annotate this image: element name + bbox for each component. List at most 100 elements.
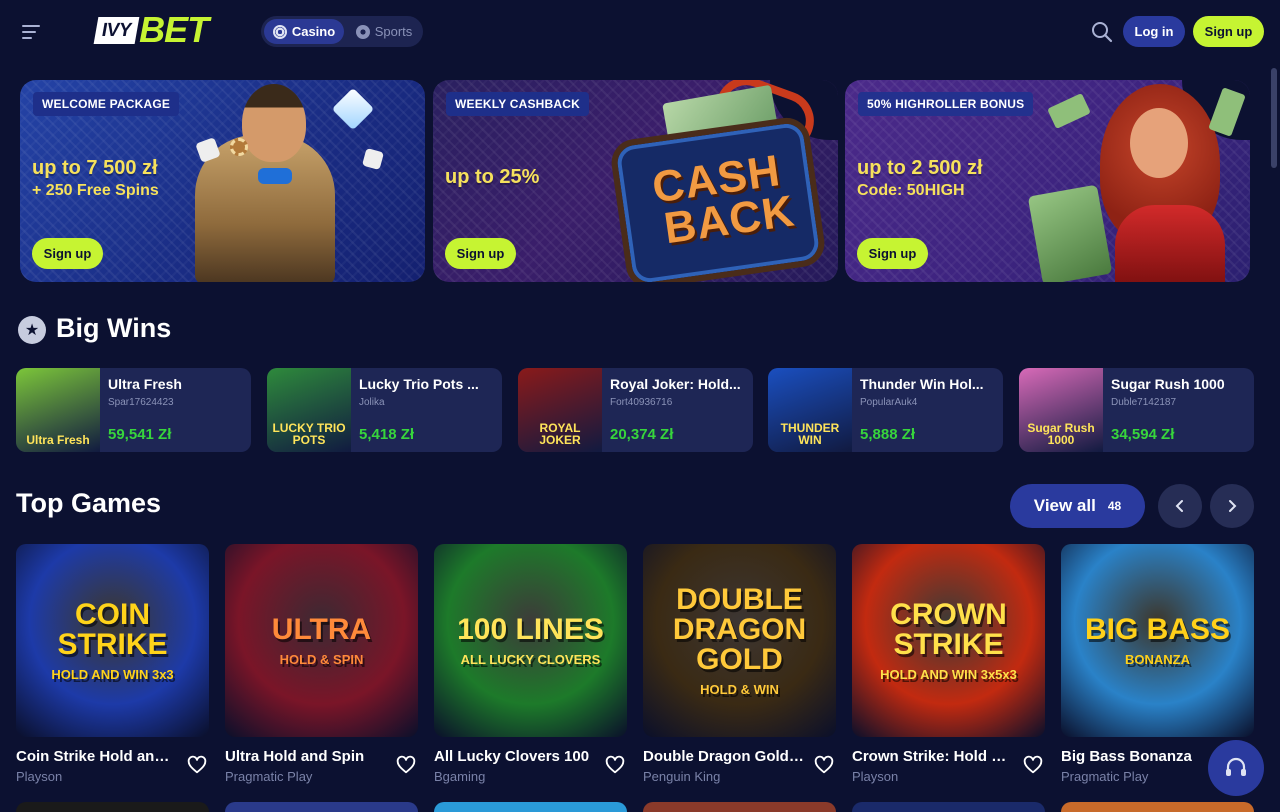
- game-card-peek: [16, 802, 209, 812]
- game-thumbnail-title: COIN STRIKE: [57, 598, 168, 661]
- game-thumbnail-subtitle: HOLD AND WIN 3x3: [51, 667, 174, 682]
- top-header: IVY BET Casino Sports Log in Sign up: [0, 0, 1280, 64]
- banner-tag: WELCOME PACKAGE: [33, 92, 180, 116]
- game-thumbnail-title: 100 LINES: [457, 613, 604, 646]
- banner-signup-button[interactable]: Sign up: [857, 238, 928, 269]
- game-thumbnail[interactable]: ULTRA HOLD & SPIN: [225, 544, 418, 737]
- big-win-amount: 34,594 Zł: [1111, 426, 1175, 443]
- game-provider: Pragmatic Play: [225, 769, 313, 784]
- banner-signup-button[interactable]: Sign up: [32, 238, 103, 269]
- logo-ivy-text: IVY: [93, 16, 140, 44]
- game-thumbnail[interactable]: 100 LINES ALL LUCKY CLOVERS: [434, 544, 627, 737]
- game-thumbnail[interactable]: CROWN STRIKE HOLD AND WIN 3x5x3: [852, 544, 1045, 737]
- game-provider: Bgaming: [434, 769, 486, 784]
- game-card[interactable]: BIG BASS BONANZA Big Bass Bonanza Pragma…: [1061, 544, 1254, 784]
- banner-weekly-cashback[interactable]: CASH BACK WEEKLY CASHBACK up to 25% Sign…: [433, 80, 838, 282]
- game-card[interactable]: CROWN STRIKE HOLD AND WIN 3x5x3 Crown St…: [852, 544, 1045, 784]
- game-thumbnail[interactable]: DOUBLE DRAGON GOLD HOLD & WIN: [643, 544, 836, 737]
- game-thumbnail[interactable]: BIG BASS BONANZA: [1061, 544, 1254, 737]
- signup-button[interactable]: Sign up: [1193, 16, 1264, 47]
- ivybet-logo[interactable]: IVY BET: [93, 9, 209, 50]
- game-provider: Playson: [16, 769, 63, 784]
- heart-icon[interactable]: [1022, 754, 1044, 776]
- menu-icon[interactable]: [18, 20, 46, 44]
- game-name[interactable]: Big Bass Bonanza: [1061, 748, 1223, 765]
- carousel-next-button[interactable]: [1210, 484, 1254, 528]
- gentleman-head-illustration: [242, 84, 306, 162]
- top-games-title: Top Games: [16, 488, 162, 518]
- woman-dress-illustration: [1115, 205, 1225, 282]
- tab-casino-label: Casino: [291, 24, 336, 39]
- chevron-right-icon: [1229, 500, 1237, 512]
- games-count-badge: 48: [1107, 499, 1122, 513]
- game-card-peek: [852, 802, 1045, 812]
- big-win-amount: 59,541 Zł: [108, 426, 172, 443]
- carousel-prev-button[interactable]: [1158, 484, 1202, 528]
- big-win-username: Fort40936716: [610, 397, 673, 408]
- tab-sports-label: Sports: [374, 24, 413, 39]
- game-thumbnail-title: ULTRA: [271, 613, 372, 646]
- game-card-peek: [225, 802, 418, 812]
- big-win-username: Jolika: [359, 397, 385, 408]
- game-card-peek: [434, 802, 627, 812]
- game-name[interactable]: Ultra Hold and Spin: [225, 748, 387, 765]
- game-card[interactable]: 100 LINES ALL LUCKY CLOVERS All Lucky Cl…: [434, 544, 627, 784]
- tab-casino[interactable]: Casino: [264, 19, 344, 44]
- big-win-card[interactable]: Ultra Fresh Ultra Fresh Spar17624423 59,…: [16, 368, 251, 452]
- heart-icon[interactable]: [604, 754, 626, 776]
- soccer-ball-icon: [355, 24, 370, 39]
- big-win-game-name: Sugar Rush 1000: [1111, 376, 1225, 392]
- login-button[interactable]: Log in: [1123, 16, 1185, 47]
- big-win-username: Spar17624423: [108, 397, 174, 408]
- game-card-peek: [1061, 802, 1254, 812]
- headset-icon: [1226, 757, 1246, 776]
- big-win-game-thumbnail: ROYAL JOKER: [518, 368, 602, 452]
- big-win-card[interactable]: Sugar Rush 1000 Sugar Rush 1000 Duble714…: [1019, 368, 1254, 452]
- big-win-game-name: Royal Joker: Hold...: [610, 376, 741, 392]
- game-provider: Pragmatic Play: [1061, 769, 1149, 784]
- tab-sports[interactable]: Sports: [349, 19, 419, 44]
- big-win-game-thumbnail: Ultra Fresh: [16, 368, 100, 452]
- game-name[interactable]: All Lucky Clovers 100: [434, 748, 596, 765]
- heart-icon[interactable]: [813, 754, 835, 776]
- big-win-card[interactable]: THUNDER WIN Thunder Win Hol... PopularAu…: [768, 368, 1003, 452]
- game-name[interactable]: Coin Strike Hold and ...: [16, 748, 178, 765]
- game-card[interactable]: COIN STRIKE HOLD AND WIN 3x3 Coin Strike…: [16, 544, 209, 784]
- big-win-game-thumbnail: Sugar Rush 1000: [1019, 368, 1103, 452]
- banner-amount: up to 2 500 zł: [857, 157, 983, 179]
- search-icon[interactable]: [1090, 20, 1114, 44]
- big-win-amount: 20,374 Zł: [610, 426, 674, 443]
- game-thumbnail-subtitle: HOLD & SPIN: [279, 652, 364, 667]
- star-icon: ★: [18, 316, 46, 344]
- banner-highroller-bonus[interactable]: 50% HIGHROLLER BONUS up to 2 500 zł Code…: [845, 80, 1250, 282]
- game-provider: Playson: [852, 769, 899, 784]
- bow-tie-illustration: [258, 168, 292, 184]
- game-card[interactable]: DOUBLE DRAGON GOLD HOLD & WIN Double Dra…: [643, 544, 836, 784]
- banner-tag: WEEKLY CASHBACK: [446, 92, 590, 116]
- heart-icon[interactable]: [395, 754, 417, 776]
- game-thumbnail-subtitle: HOLD & WIN: [700, 682, 779, 697]
- banner-signup-button[interactable]: Sign up: [445, 238, 516, 269]
- logo-bet-text: BET: [139, 9, 209, 50]
- banner-subtitle: Code: 50HIGH: [857, 182, 965, 199]
- big-win-card[interactable]: ROYAL JOKER Royal Joker: Hold... Fort409…: [518, 368, 753, 452]
- heart-icon[interactable]: [186, 754, 208, 776]
- big-win-amount: 5,888 Zł: [860, 426, 916, 443]
- game-card[interactable]: ULTRA HOLD & SPIN Ultra Hold and Spin Pr…: [225, 544, 418, 784]
- support-button[interactable]: [1208, 740, 1264, 796]
- game-thumbnail-title: BIG BASS: [1084, 613, 1231, 646]
- big-win-game-thumbnail: LUCKY TRIO POTS: [267, 368, 351, 452]
- woman-face-illustration: [1130, 108, 1188, 178]
- banner-welcome-package[interactable]: WELCOME PACKAGE up to 7 500 zł + 250 Fre…: [20, 80, 425, 282]
- view-all-button[interactable]: View all 48: [1010, 484, 1145, 528]
- big-win-card[interactable]: LUCKY TRIO POTS Lucky Trio Pots ... Joli…: [267, 368, 502, 452]
- game-thumbnail-subtitle: HOLD AND WIN 3x5x3: [880, 667, 1017, 682]
- game-name[interactable]: Double Dragon Gold: ...: [643, 748, 805, 765]
- cashback-art-text: CASH BACK: [649, 146, 797, 253]
- game-name[interactable]: Crown Strike: Hold an...: [852, 748, 1014, 765]
- game-thumbnail[interactable]: COIN STRIKE HOLD AND WIN 3x3: [16, 544, 209, 737]
- chevron-left-icon: [1175, 500, 1183, 512]
- page-scrollbar[interactable]: [1271, 68, 1277, 168]
- big-win-game-thumbnail: THUNDER WIN: [768, 368, 852, 452]
- banner-subtitle: + 250 Free Spins: [32, 182, 159, 199]
